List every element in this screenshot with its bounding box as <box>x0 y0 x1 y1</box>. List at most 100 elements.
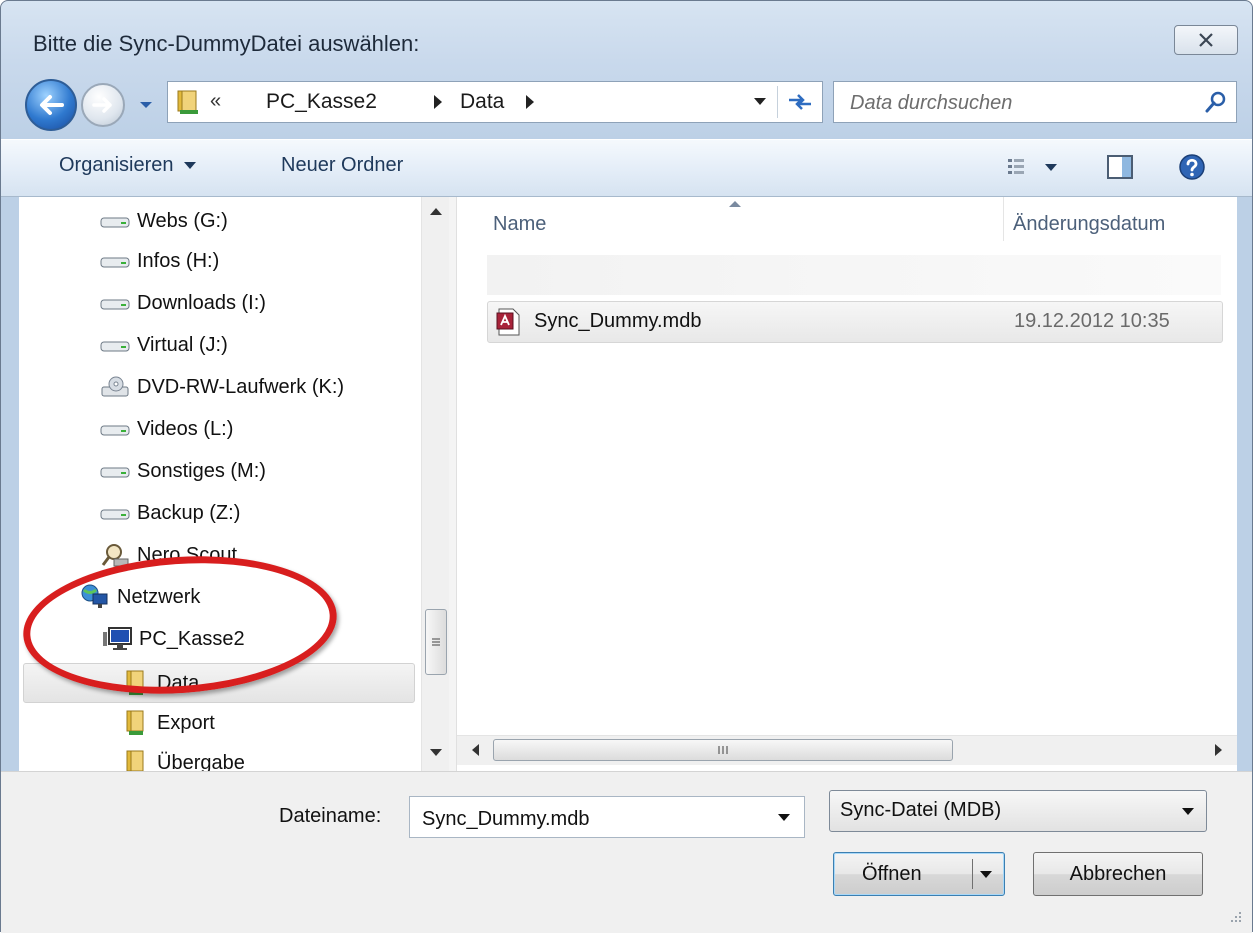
resize-grip-icon[interactable] <box>1228 909 1242 923</box>
shared-folder-icon <box>177 90 198 114</box>
tree-item-label: Infos (H:) <box>137 249 220 272</box>
organize-button[interactable]: Organisieren <box>59 154 196 177</box>
dialog-content: Webs (G:) Infos (H:) Downloads (I:) Virt… <box>19 197 1237 771</box>
file-row[interactable]: Sync_Dummy.mdb 19.12.2012 10:35 <box>487 301 1223 343</box>
shared-folder-icon <box>119 670 151 695</box>
file-list-horizontal-scrollbar[interactable] <box>457 735 1237 765</box>
scroll-up-button[interactable] <box>422 197 449 225</box>
drive-icon <box>99 291 131 315</box>
tree-item-videos[interactable]: Videos (L:) <box>99 411 233 447</box>
close-icon <box>1199 33 1213 47</box>
refresh-icon <box>789 94 811 110</box>
close-button[interactable] <box>1174 25 1238 55</box>
help-button[interactable] <box>1177 152 1207 182</box>
command-toolbar: Organisieren Neuer Ordner <box>1 139 1252 197</box>
shared-folder-icon <box>119 750 151 771</box>
recent-locations-dropdown[interactable] <box>137 95 155 115</box>
forward-button[interactable] <box>81 83 125 127</box>
filename-input[interactable] <box>420 805 764 833</box>
tree-item-nero-scout[interactable]: Nero Scout <box>99 537 237 573</box>
tree-item-label: Webs (G:) <box>137 209 228 232</box>
sort-ascending-icon <box>729 201 741 207</box>
drive-icon <box>99 209 131 233</box>
column-header-modified[interactable]: Änderungsdatum <box>1013 213 1165 236</box>
file-name: Sync_Dummy.mdb <box>534 310 702 332</box>
split-divider <box>972 859 973 889</box>
new-folder-button[interactable]: Neuer Ordner <box>281 154 403 177</box>
scroll-thumb[interactable] <box>425 609 447 675</box>
back-button[interactable] <box>25 79 77 131</box>
chevron-down-icon <box>140 102 152 108</box>
address-segment-pc[interactable]: PC_Kasse2 <box>266 90 377 114</box>
access-database-icon <box>496 308 520 336</box>
pane-splitter[interactable] <box>449 197 457 771</box>
cancel-button[interactable]: Abbrechen <box>1033 852 1203 896</box>
tree-item-backup[interactable]: Backup (Z:) <box>99 495 240 531</box>
organize-label: Organisieren <box>59 154 174 176</box>
chevron-down-icon[interactable] <box>778 814 790 821</box>
drive-icon <box>99 459 131 483</box>
file-list: Name Änderungsdatum Sync_Dummy.mdb 19.12… <box>457 197 1237 771</box>
navigation-tree: Webs (G:) Infos (H:) Downloads (I:) Virt… <box>19 197 449 771</box>
scroll-thumb[interactable] <box>493 739 953 761</box>
search-box[interactable] <box>833 81 1237 123</box>
file-modified-date: 19.12.2012 10:35 <box>1014 310 1170 332</box>
open-button[interactable]: Öffnen <box>833 852 1005 896</box>
scroll-left-arrow-icon <box>472 744 479 756</box>
refresh-button[interactable] <box>782 86 818 118</box>
tree-item-dvd-rw[interactable]: DVD-RW-Laufwerk (K:) <box>99 369 344 405</box>
tree-item-label: PC_Kasse2 <box>139 627 245 650</box>
drive-icon <box>99 333 131 357</box>
address-overflow-chevron[interactable]: « <box>210 90 221 113</box>
search-input[interactable] <box>848 88 1182 118</box>
tree-item-virtual[interactable]: Virtual (J:) <box>99 327 228 363</box>
open-options-chevron-icon[interactable] <box>980 871 992 878</box>
search-icon[interactable] <box>1204 90 1228 114</box>
tree-selection-highlight <box>23 663 415 703</box>
tree-vertical-scrollbar[interactable] <box>421 197 449 771</box>
tree-item-label: Videos (L:) <box>137 417 234 440</box>
column-header-name[interactable]: Name <box>493 213 546 236</box>
tree-item-uebergabe[interactable]: Übergabe <box>119 745 245 771</box>
tree-item-label: Export <box>157 711 215 734</box>
file-open-dialog: Bitte die Sync-DummyDatei auswählen: « P… <box>0 0 1253 933</box>
address-separator-arrow-icon[interactable] <box>434 95 442 109</box>
tree-item-label: Data <box>157 671 200 694</box>
grip-icon <box>718 746 728 754</box>
scroll-down-button[interactable] <box>422 739 449 767</box>
nero-scout-icon <box>99 543 131 567</box>
column-divider[interactable] <box>1003 197 1004 241</box>
tree-item-label: Sonstiges (M:) <box>137 459 266 482</box>
filename-label: Dateiname: <box>279 805 382 827</box>
tree-item-label: Nero Scout <box>137 543 238 566</box>
tree-item-webs[interactable]: Webs (G:) <box>99 203 228 239</box>
tree-item-data[interactable]: Data <box>119 665 199 701</box>
address-segment-data[interactable]: Data <box>460 90 504 114</box>
preview-pane-icon <box>1107 155 1133 179</box>
address-separator-arrow-icon[interactable] <box>526 95 534 109</box>
address-divider <box>777 86 778 118</box>
tree-item-export[interactable]: Export <box>119 705 215 741</box>
drive-icon <box>99 249 131 273</box>
window-title: Bitte die Sync-DummyDatei auswählen: <box>33 31 420 56</box>
chevron-down-icon <box>754 98 766 105</box>
address-bar[interactable]: « PC_Kasse2 Data <box>167 81 823 123</box>
grip-icon <box>432 638 440 646</box>
view-options-button[interactable] <box>1007 152 1061 182</box>
tree-item-pc-kasse2[interactable]: PC_Kasse2 <box>101 621 245 657</box>
computer-icon <box>101 627 133 651</box>
arrow-left-icon <box>40 95 64 115</box>
tree-item-sonstiges[interactable]: Sonstiges (M:) <box>99 453 266 489</box>
scroll-left-button[interactable] <box>463 738 487 762</box>
tree-item-label: Virtual (J:) <box>137 333 228 356</box>
tree-item-infos[interactable]: Infos (H:) <box>99 243 219 279</box>
tree-item-netzwerk[interactable]: Netzwerk <box>79 579 200 615</box>
tree-item-label: Übergabe <box>157 751 245 772</box>
tree-item-downloads[interactable]: Downloads (I:) <box>99 285 266 321</box>
address-history-dropdown[interactable] <box>750 92 770 112</box>
filename-combobox[interactable] <box>409 796 805 838</box>
scroll-right-button[interactable] <box>1207 738 1231 762</box>
view-list-icon <box>1008 159 1057 174</box>
preview-pane-button[interactable] <box>1105 152 1135 182</box>
filetype-select[interactable]: Sync-Datei (MDB) <box>829 790 1207 832</box>
